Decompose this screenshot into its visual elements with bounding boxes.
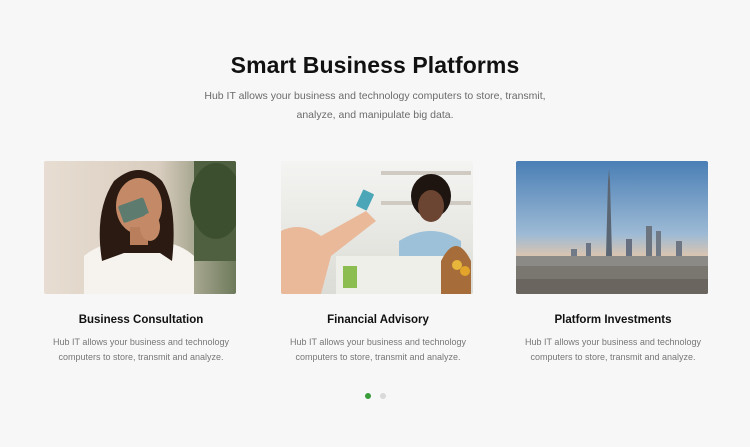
- card-description: Hub IT allows your business and technolo…: [290, 337, 466, 362]
- service-card-business-consultation[interactable]: Business Consultation Hub IT allows your…: [44, 161, 238, 365]
- section-subtitle: Hub IT allows your business and technolo…: [204, 90, 546, 121]
- card-title: Platform Investments: [554, 314, 672, 326]
- card-description: Hub IT allows your business and technolo…: [53, 337, 229, 362]
- city-skyline-image: [516, 161, 708, 294]
- card-title: Business Consultation: [78, 314, 204, 326]
- service-card-financial-advisory[interactable]: Financial Advisory Hub IT allows your bu…: [281, 161, 475, 365]
- woman-holding-card-image: [44, 161, 236, 294]
- service-card-platform-investments[interactable]: Platform Investments Hub IT allows your …: [516, 161, 710, 365]
- carousel-pagination: [365, 393, 386, 399]
- card-description: Hub IT allows your business and technolo…: [525, 337, 701, 362]
- card-title: Financial Advisory: [327, 314, 429, 326]
- carousel-dot-2[interactable]: [380, 393, 386, 399]
- cafe-payment-image: [281, 161, 473, 294]
- carousel-dot-1[interactable]: [365, 393, 371, 399]
- section-title: Smart Business Platforms: [230, 52, 520, 78]
